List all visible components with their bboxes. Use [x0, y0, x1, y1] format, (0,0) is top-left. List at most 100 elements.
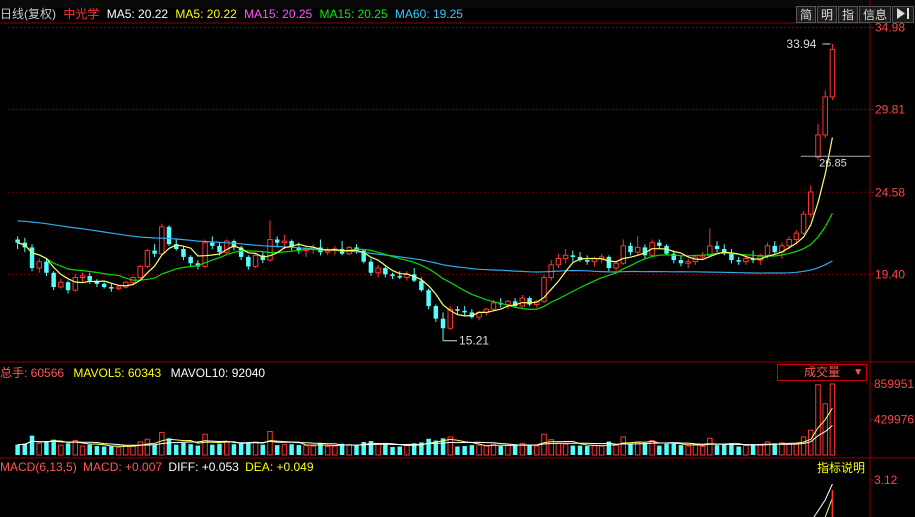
- candle-body-up: [793, 232, 800, 240]
- volume-bar-down: [570, 445, 576, 455]
- volume-bar-down: [527, 444, 532, 455]
- volume-bar-up: [613, 444, 619, 456]
- volume-bar-up: [404, 445, 410, 456]
- volume-bar-down: [44, 441, 49, 455]
- volume-bar-down: [65, 443, 71, 455]
- volume-bar-up: [476, 444, 482, 456]
- macd-value: MACD: +0.007: [83, 460, 163, 474]
- volume-bar-up: [202, 433, 208, 456]
- volume-bar-up: [36, 442, 42, 456]
- tab-simple[interactable]: 简: [795, 6, 816, 23]
- volume-bar-up: [743, 445, 749, 456]
- candle-body-down: [736, 260, 741, 262]
- volume-panel-header: 总手: 60566 MAVOL5: 60343 MAVOL10: 92040: [0, 366, 265, 381]
- volume-bar-up: [793, 442, 800, 456]
- side-tabs: 简 明 指 信息: [795, 6, 914, 23]
- candle-body-up: [829, 48, 836, 98]
- candle-body-up: [562, 254, 569, 260]
- candle-body-down: [462, 310, 467, 313]
- volume-bar-down: [210, 444, 215, 455]
- macd-panel-header: MACD(6,13,5) MACD: +0.007 DIFF: +0.053 D…: [0, 460, 317, 475]
- volume-bar-down: [260, 444, 265, 455]
- candle-body-down: [657, 242, 662, 246]
- volume-bar-up: [591, 445, 598, 456]
- tab-info[interactable]: 信息: [858, 6, 891, 23]
- candle-body-up: [786, 238, 792, 247]
- volume-bar-down: [577, 445, 583, 455]
- candle-body-up: [58, 281, 64, 288]
- high-price-marker: 33.94: [786, 37, 816, 51]
- volume-bar-up: [555, 442, 562, 456]
- tab-detail[interactable]: 明: [816, 6, 837, 23]
- expand-arrow-icon[interactable]: [892, 6, 914, 23]
- volume-bar-down: [246, 442, 251, 455]
- candle-body-down: [772, 245, 777, 253]
- candle-body-down: [109, 287, 114, 289]
- candle-body-down: [87, 275, 92, 281]
- volume-bar-up: [58, 444, 64, 456]
- candle-body-up: [79, 275, 86, 279]
- volume-bar-up: [685, 445, 691, 456]
- candle-body-down: [570, 255, 576, 257]
- price-axis-label: 19.40: [875, 267, 905, 281]
- volume-bar-down: [750, 445, 756, 455]
- volume-bar-up: [72, 440, 79, 456]
- candle-body-down: [181, 249, 186, 257]
- ma15-line: [17, 213, 833, 311]
- volume-bar-down: [512, 445, 518, 455]
- candle-body-up: [620, 245, 627, 264]
- volume-bar-down: [354, 445, 359, 455]
- candle-body-down: [44, 261, 49, 273]
- candle-body-down: [678, 260, 684, 264]
- volume-bar-down: [174, 444, 179, 455]
- volume-bar-up: [137, 441, 143, 456]
- volume-bar-up: [130, 445, 136, 456]
- candle-body-down: [729, 253, 734, 261]
- volume-bar-down: [714, 445, 720, 455]
- candle-body-up: [613, 262, 619, 269]
- kline-chart-canvas[interactable]: 34.9829.8124.5819.4033.9415.2126.8585995…: [0, 0, 915, 517]
- volume-bar-up: [562, 443, 569, 456]
- volume-bar-down: [152, 444, 157, 455]
- candle-body-up: [72, 277, 79, 291]
- mavol10-label: MAVOL10: 92040: [170, 366, 266, 380]
- indicator-help-button[interactable]: 指标说明: [817, 460, 865, 476]
- candle-body-down: [210, 242, 215, 246]
- candle-body-up: [267, 238, 273, 261]
- volume-bar-up: [505, 445, 511, 456]
- volume-bar-down: [51, 439, 56, 455]
- candle-body-down: [433, 306, 439, 319]
- indicator-selector-label: 成交量: [803, 365, 840, 379]
- candle-body-up: [555, 258, 562, 266]
- stock-name[interactable]: 中光学: [63, 7, 99, 21]
- last-price-marker: 26.85: [819, 157, 847, 169]
- volume-bar-up: [252, 441, 259, 456]
- candle-body-up: [281, 240, 288, 244]
- volume-bar-up: [786, 443, 792, 456]
- candle-body-down: [65, 282, 71, 291]
- volume-bar-down: [642, 442, 648, 455]
- volume-bar-down: [736, 446, 741, 455]
- mavol5-label: MAVOL5: 60343: [73, 366, 162, 380]
- volume-bar-down: [585, 446, 590, 455]
- volume-bar-up: [123, 445, 129, 456]
- candle-body-down: [217, 245, 222, 253]
- volume-bar-up: [332, 445, 338, 456]
- volume-bar-up: [829, 383, 836, 456]
- volume-bar-down: [289, 444, 294, 455]
- indicator-selector-volume[interactable]: 成交量 ▼: [777, 364, 867, 381]
- candle-body-up: [252, 254, 259, 267]
- period-label[interactable]: 日线(复权): [0, 7, 56, 21]
- volume-bar-up: [815, 384, 821, 456]
- candle-body-up: [822, 96, 828, 136]
- price-axis-label: 24.58: [875, 185, 905, 199]
- volume-bar-down: [181, 442, 186, 455]
- volume-bar-up: [800, 436, 807, 456]
- volume-axis-label: 429976: [874, 412, 914, 426]
- candle-body-up: [800, 213, 807, 234]
- volume-bar-down: [383, 444, 388, 455]
- volume-bar-up: [757, 444, 764, 456]
- diff-line: [813, 483, 833, 517]
- diff-value: DIFF: +0.053: [168, 460, 239, 474]
- tab-indicator[interactable]: 指: [837, 6, 858, 23]
